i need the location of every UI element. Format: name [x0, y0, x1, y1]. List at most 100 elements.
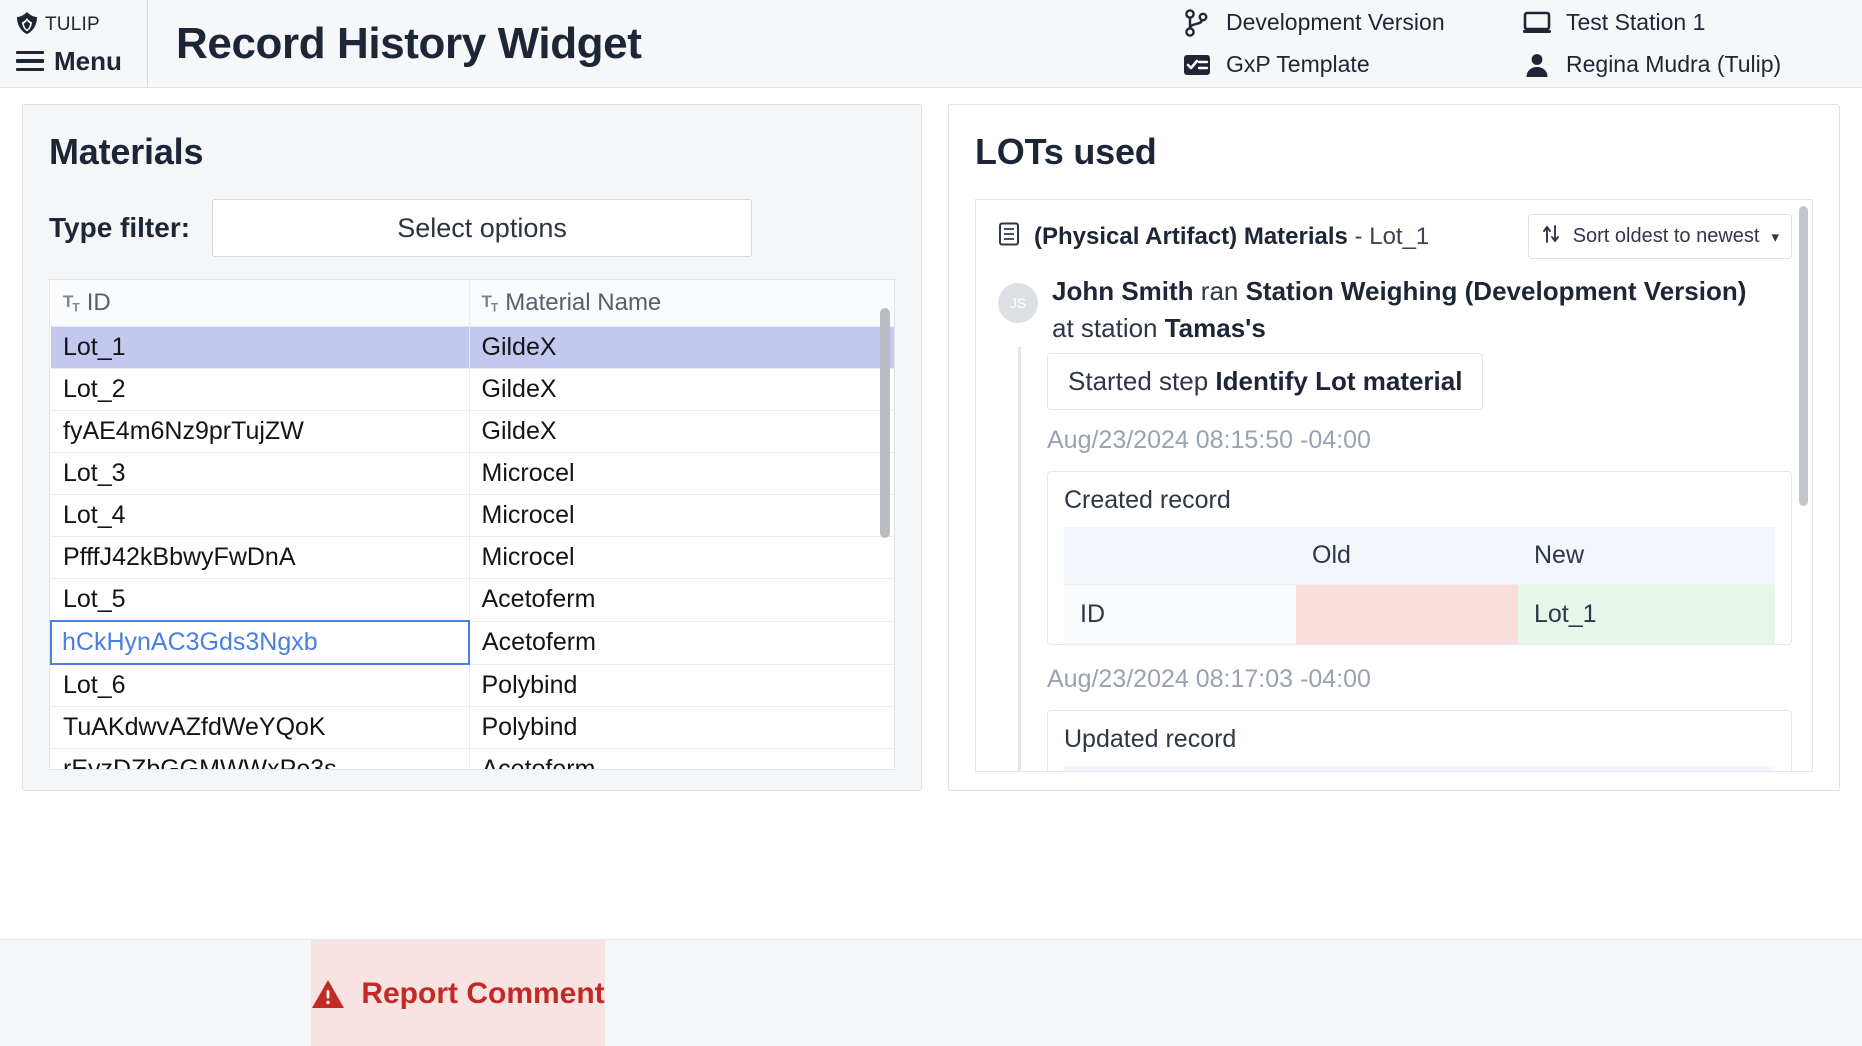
cell-id[interactable]: Lot_6	[51, 664, 470, 707]
created-record-card: Created record Old New ID Lot_1	[1047, 470, 1792, 646]
cell-id[interactable]: Lot_5	[51, 578, 470, 622]
column-header-id[interactable]: TT ID	[51, 280, 470, 327]
table-row[interactable]: Lot_2 GildeX	[51, 368, 894, 411]
cell-id[interactable]: hCkHynAC3Gds3Ngxb	[50, 620, 470, 665]
diff-col-field	[1064, 526, 1296, 585]
type-filter-select[interactable]: Select options	[212, 199, 753, 257]
cell-material-name[interactable]: GildeX	[469, 410, 894, 453]
entry-verb: ran	[1193, 276, 1246, 306]
cell-material-name[interactable]: Microcel	[469, 494, 894, 537]
user-indicator: Regina Mudra (Tulip)	[1522, 50, 1822, 80]
column-header-material-name[interactable]: TT Material Name	[469, 280, 894, 327]
cell-material-name[interactable]: Microcel	[469, 452, 894, 495]
cell-material-name[interactable]: GildeX	[469, 326, 894, 369]
report-comment-label: Report Comment	[361, 976, 605, 1010]
header-meta-column-right: Test Station 1 Regina Mudra (Tulip)	[1522, 8, 1822, 80]
lots-used-panel: LOTs used (Physical Artifact) Materials …	[948, 104, 1840, 791]
table-row: ID Lot_1	[1064, 584, 1775, 645]
app-version-indicator: Development Version	[1182, 8, 1522, 38]
diff-header-row: Old New	[1064, 766, 1775, 771]
cell-id[interactable]: Lot_2	[51, 368, 470, 411]
cell-id[interactable]: Lot_3	[51, 452, 470, 495]
diff-col-old: Old	[1296, 766, 1518, 771]
materials-table-scrollbar[interactable]	[880, 308, 890, 769]
diff-field-name: ID	[1064, 584, 1296, 645]
table-row[interactable]: rEyzDZbGGMWWxPe3s Acetoferm	[51, 748, 894, 769]
hamburger-icon	[16, 51, 44, 71]
brand-label: TULIP	[45, 14, 100, 35]
page-title: Record History Widget	[176, 18, 642, 68]
record-history-header: (Physical Artifact) Materials - Lot_1 So…	[976, 200, 1812, 271]
scrollbar-thumb[interactable]	[1799, 206, 1808, 506]
brand: TULIP	[16, 11, 147, 40]
history-timeline: Started step Identify Lot material Aug/2…	[1018, 346, 1792, 771]
diff-col-new: New	[1518, 526, 1775, 585]
cell-material-name[interactable]: Acetoferm	[469, 748, 894, 769]
record-table-icon	[998, 222, 1020, 251]
cell-id[interactable]: rEyzDZbGGMWWxPe3s	[51, 748, 470, 769]
record-history-box: (Physical Artifact) Materials - Lot_1 So…	[975, 199, 1813, 772]
warning-triangle-icon	[311, 979, 345, 1009]
report-comment-button[interactable]: Report Comment	[311, 940, 605, 1046]
updated-record-card: Updated record Old New	[1047, 710, 1792, 771]
chevron-down-icon: ▾	[1771, 228, 1779, 246]
cell-id[interactable]: Lot_4	[51, 494, 470, 537]
cell-id[interactable]: TuAKdwvAZfdWeYQoK	[51, 706, 470, 749]
table-row[interactable]: PfffJ42kBbwyFwDnA Microcel	[51, 536, 894, 579]
cell-material-name[interactable]: Polybind	[469, 664, 894, 707]
template-label: GxP Template	[1226, 51, 1370, 77]
updated-record-diff-table: Old New Type API	[1064, 766, 1775, 771]
history-entry: JS John Smith ran Station Weighing (Deve…	[976, 271, 1812, 771]
materials-table-wrap: TT ID TT Material Name Lot_1 GildeX Lot_2 G	[49, 279, 895, 770]
cell-material-name[interactable]: Polybind	[469, 706, 894, 749]
avatar: JS	[998, 283, 1038, 323]
column-header-material-name-label: Material Name	[505, 289, 662, 316]
materials-title: Materials	[49, 131, 204, 172]
text-type-icon: TT	[63, 291, 80, 315]
cell-material-name[interactable]: GildeX	[469, 368, 894, 411]
type-filter-row: Type filter: Select options	[49, 199, 895, 257]
diff-new-value: Lot_1	[1518, 584, 1775, 645]
diff-col-field	[1064, 766, 1296, 771]
table-row[interactable]: TuAKdwvAZfdWeYQoK Polybind	[51, 706, 894, 749]
menu-button[interactable]: Menu	[16, 46, 147, 77]
branch-icon	[1182, 8, 1212, 38]
entry-station: Tamas's	[1164, 312, 1266, 343]
table-row[interactable]: hCkHynAC3Gds3Ngxb Acetoferm	[50, 620, 894, 665]
footer-bar: Report Comment	[0, 939, 1862, 1046]
cell-material-name[interactable]: Acetoferm	[469, 621, 894, 665]
cell-id[interactable]: fyAE4m6Nz9prTujZW	[51, 410, 470, 453]
station-indicator: Test Station 1	[1522, 8, 1822, 38]
monitor-icon	[1522, 8, 1552, 38]
table-row[interactable]: Lot_6 Polybind	[51, 664, 894, 707]
cell-id[interactable]: Lot_1	[51, 326, 470, 369]
header-meta-column-left: Development Version GxP Template	[1182, 8, 1522, 80]
timestamp-2: Aug/23/2024 08:17:03 -04:00	[1047, 665, 1371, 694]
type-filter-label: Type filter:	[49, 212, 191, 243]
history-scrollbar[interactable]	[1799, 206, 1808, 771]
table-row[interactable]: fyAE4m6Nz9prTujZW GildeX	[51, 410, 894, 453]
sort-order-dropdown[interactable]: Sort oldest to newest ▾	[1527, 214, 1792, 259]
table-row[interactable]: Lot_1 GildeX	[51, 326, 894, 369]
scrollbar-thumb[interactable]	[880, 308, 890, 538]
main-content: Materials Type filter: Select options TT…	[0, 88, 1862, 791]
diff-old-value	[1296, 584, 1518, 645]
app-header: TULIP Menu Record History Widget Develop…	[0, 0, 1862, 88]
cell-material-name[interactable]: Microcel	[469, 536, 894, 579]
history-entry-text: John Smith ran Station Weighing (Develop…	[1052, 271, 1752, 347]
diff-col-old: Old	[1296, 526, 1518, 585]
text-type-icon: TT	[481, 291, 499, 315]
table-row[interactable]: Lot_3 Microcel	[51, 452, 894, 495]
menu-label: Menu	[54, 45, 122, 76]
step-prefix: Started step	[1068, 365, 1216, 396]
column-header-id-label: ID	[86, 289, 111, 316]
table-row[interactable]: Lot_4 Microcel	[51, 494, 894, 537]
sort-icon	[1541, 223, 1561, 250]
table-row[interactable]: Lot_5 Acetoferm	[51, 578, 894, 622]
title-block: Record History Widget	[148, 0, 1182, 87]
cell-id[interactable]: PfffJ42kBbwyFwDnA	[51, 536, 470, 579]
step-chip: Started step Identify Lot material	[1047, 352, 1484, 410]
station-label: Test Station 1	[1566, 9, 1706, 35]
cell-material-name[interactable]: Acetoferm	[469, 578, 894, 622]
lots-used-title: LOTs used	[975, 131, 1157, 172]
